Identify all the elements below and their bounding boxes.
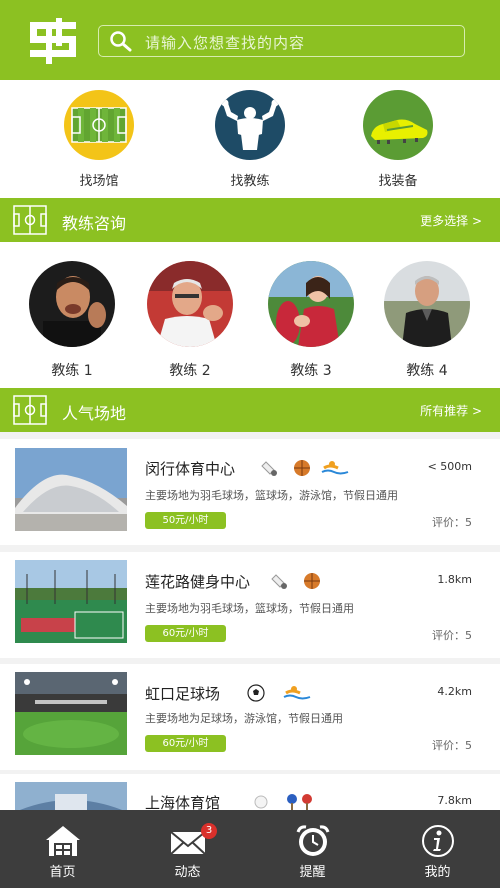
bottom-tab-bar: 首页 3 动态 提醒 我的 bbox=[0, 810, 500, 888]
coach-label: 教练 1 bbox=[51, 363, 93, 379]
tab-label: 首页 bbox=[49, 865, 76, 880]
venue-photo bbox=[15, 672, 127, 755]
venue-price: 50元/小时 bbox=[145, 512, 226, 529]
venue-rating: 评价：5 bbox=[432, 629, 472, 642]
venue-name: 上海体育馆 bbox=[145, 794, 221, 810]
venue-item[interactable]: 虹口足球场 主要场地为足球场，游泳馆，节假日通用 60元/小时 4.2km 评价… bbox=[0, 664, 500, 770]
venue-name: 闵行体育中心 bbox=[145, 460, 236, 478]
venue-distance: < 500m bbox=[427, 460, 472, 473]
venue-sport-icons bbox=[246, 683, 316, 703]
coach-label: 教练 2 bbox=[169, 363, 211, 379]
swimming-icon bbox=[283, 686, 311, 700]
venue-name: 虹口足球场 bbox=[145, 685, 221, 703]
tab-me[interactable]: 我的 bbox=[375, 810, 500, 888]
venue-item[interactable]: 莲花路健身中心 主要场地为羽毛球场，篮球场，节假日通用 60元/小时 1.8km… bbox=[0, 552, 500, 658]
tab-label: 动态 bbox=[174, 865, 201, 880]
venue-sport-icons bbox=[260, 458, 360, 478]
venue-photo bbox=[15, 782, 127, 810]
venue-photo bbox=[15, 560, 127, 643]
venue-distance: 4.2km bbox=[437, 685, 472, 698]
coach-card[interactable]: 教练 1 bbox=[26, 261, 118, 380]
venue-description: 主要场地为羽毛球场，篮球场，游泳馆，节假日通用 bbox=[145, 489, 398, 502]
badminton-icon bbox=[261, 461, 277, 476]
ping-pong-paddle-icon bbox=[287, 794, 312, 810]
field-icon bbox=[13, 395, 47, 425]
venue-photo bbox=[15, 448, 127, 531]
coach-label: 教练 3 bbox=[290, 363, 332, 379]
soccer-ball-icon bbox=[247, 684, 265, 702]
coach-card[interactable]: 教练 4 bbox=[381, 261, 473, 380]
soccer-field-icon bbox=[64, 90, 134, 160]
coach-avatar bbox=[147, 261, 233, 347]
app-logo-icon[interactable] bbox=[26, 18, 80, 64]
venue-section-header: 人气场地 所有推荐 > bbox=[0, 388, 500, 432]
category-label: 找教练 bbox=[230, 174, 270, 189]
coach-avatar bbox=[384, 261, 470, 347]
venue-description: 主要场地为足球场，游泳馆，节假日通用 bbox=[145, 712, 343, 725]
alarm-clock-icon bbox=[296, 825, 330, 856]
coach-label: 教练 4 bbox=[406, 363, 448, 379]
venue-distance: 1.8km bbox=[437, 573, 472, 586]
ping-pong-ball-icon bbox=[254, 795, 268, 809]
coach-list: 教练 1 教练 2 教练 3 教练 4 bbox=[0, 242, 500, 388]
coach-card[interactable]: 教练 3 bbox=[265, 261, 357, 380]
tab-label: 我的 bbox=[424, 865, 451, 880]
field-icon bbox=[13, 205, 47, 235]
coach-card[interactable]: 教练 2 bbox=[144, 261, 236, 380]
tab-label: 提醒 bbox=[299, 865, 326, 880]
section-title: 人气场地 bbox=[62, 404, 127, 423]
search-icon bbox=[110, 31, 132, 52]
app-header: 请输入您想查找的内容 bbox=[0, 0, 500, 80]
category-equipment[interactable]: 找装备 bbox=[348, 90, 448, 189]
swimming-icon bbox=[321, 461, 349, 475]
venue-rating: 评价：5 bbox=[432, 739, 472, 752]
basketball-icon bbox=[294, 460, 310, 476]
search-placeholder: 请输入您想查找的内容 bbox=[145, 34, 306, 52]
category-coach[interactable]: 找教练 bbox=[200, 90, 300, 189]
category-venue[interactable]: 找场馆 bbox=[49, 90, 149, 189]
venue-price: 60元/小时 bbox=[145, 735, 226, 752]
basketball-icon bbox=[304, 573, 320, 589]
all-recommendations-link[interactable]: 所有推荐 > bbox=[420, 402, 482, 419]
search-box[interactable]: 请输入您想查找的内容 bbox=[98, 25, 465, 57]
venue-sport-icons bbox=[270, 571, 330, 591]
info-icon bbox=[422, 825, 454, 857]
tab-reminder[interactable]: 提醒 bbox=[250, 810, 375, 888]
soccer-shoe-icon bbox=[363, 90, 433, 160]
venue-item[interactable]: 上海体育馆 7.8km bbox=[0, 774, 500, 810]
coach-avatar bbox=[268, 261, 354, 347]
category-row: 找场馆 找教练 找装备 bbox=[0, 80, 500, 198]
venue-rating: 评价：5 bbox=[432, 516, 472, 529]
venue-distance: 7.8km bbox=[437, 794, 472, 807]
category-label: 找装备 bbox=[378, 174, 418, 189]
tab-activity[interactable]: 3 动态 bbox=[125, 810, 250, 888]
venue-name: 莲花路健身中心 bbox=[145, 573, 251, 591]
muscle-man-icon bbox=[215, 90, 285, 160]
coach-avatar bbox=[29, 261, 115, 347]
category-label: 找场馆 bbox=[79, 174, 119, 189]
section-title: 教练咨询 bbox=[62, 214, 127, 233]
venue-item[interactable]: 闵行体育中心 主要场地为羽毛球场，篮球场，游泳馆，节假日通用 50元/小时 < … bbox=[0, 439, 500, 545]
more-options-link[interactable]: 更多选择 > bbox=[420, 212, 482, 229]
tab-home[interactable]: 首页 bbox=[0, 810, 125, 888]
notification-badge: 3 bbox=[201, 823, 217, 839]
home-icon bbox=[46, 826, 80, 856]
venue-sport-icons bbox=[252, 792, 322, 810]
badminton-icon bbox=[271, 574, 287, 589]
venue-description: 主要场地为羽毛球场，篮球场，节假日通用 bbox=[145, 602, 354, 615]
coach-section-header: 教练咨询 更多选择 > bbox=[0, 198, 500, 242]
venue-price: 60元/小时 bbox=[145, 625, 226, 642]
